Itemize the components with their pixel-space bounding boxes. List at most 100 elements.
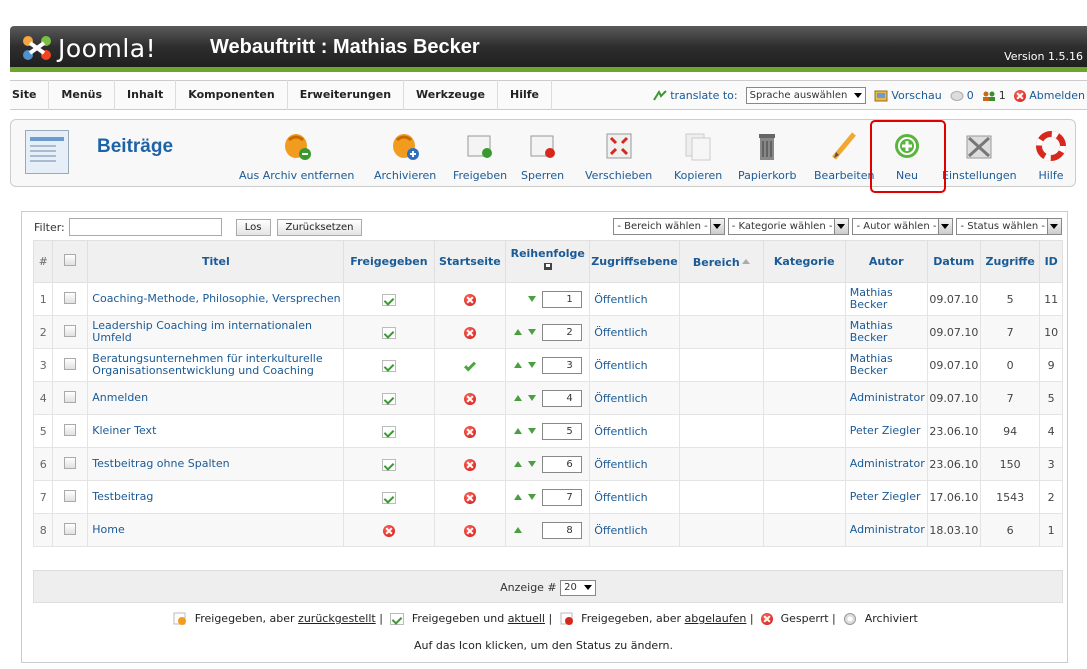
order-input[interactable]: 1 [541,290,582,308]
col-category[interactable]: Kategorie [762,240,846,283]
filter-go-button[interactable]: Los [235,218,271,236]
article-title-link[interactable]: Testbeitrag [87,480,345,514]
article-title-link[interactable]: Home [87,513,345,547]
logout-link[interactable]: Abmelden [1013,89,1085,102]
col-title[interactable]: Titel [87,240,345,283]
trash-button[interactable]: Papierkorb [738,126,796,182]
move-up-icon[interactable] [513,329,522,335]
menu-content[interactable]: Inhalt [115,80,177,110]
author-link[interactable]: Mathias Becker [844,282,928,316]
frontpage-cell[interactable] [433,513,507,547]
access-level-link[interactable]: Öffentlich [589,480,680,514]
col-id[interactable]: ID [1039,240,1063,283]
settings-button[interactable]: Einstellungen [942,126,1017,182]
menu-site[interactable]: Site [10,80,50,110]
article-title-link[interactable]: Testbeitrag ohne Spalten [87,447,345,481]
move-up-icon[interactable] [513,362,522,368]
unarchive-button[interactable]: Aus Archiv entfernen [239,126,354,182]
not-frontpage-icon[interactable] [463,326,476,339]
row-checkbox[interactable] [64,357,77,370]
col-hits[interactable]: Zugriffe [979,240,1041,283]
row-checkbox[interactable] [64,456,77,469]
menu-tools[interactable]: Werkzeuge [404,80,499,110]
row-checkbox-cell[interactable] [52,414,89,448]
menu-extensions[interactable]: Erweiterungen [288,80,405,110]
move-down-icon[interactable] [527,362,536,368]
published-cell[interactable] [343,513,435,547]
author-link[interactable]: Administrator [844,447,928,481]
messages-count[interactable]: 0 [950,89,974,102]
edit-button[interactable]: Bearbeiten [814,126,874,182]
row-checkbox-cell[interactable] [52,480,89,514]
published-cell[interactable] [343,282,435,316]
article-title-link[interactable]: Kleiner Text [87,414,345,448]
col-access[interactable]: Zugriffsebene [589,240,680,283]
move-down-icon[interactable] [527,494,536,500]
frontpage-cell[interactable] [433,447,507,481]
col-published[interactable]: Freigegeben [343,240,435,283]
access-level-link[interactable]: Öffentlich [589,315,680,349]
category-select[interactable]: - Kategorie wählen - [727,218,850,235]
menu-menus[interactable]: Menüs [49,80,116,110]
author-link[interactable]: Administrator [844,381,928,415]
author-link[interactable]: Peter Ziegler [844,414,928,448]
order-input[interactable]: 7 [541,488,582,506]
move-down-icon[interactable] [527,296,536,302]
published-cell[interactable] [343,315,435,349]
access-level-link[interactable]: Öffentlich [589,348,680,382]
frontpage-cell[interactable] [433,414,507,448]
move-up-icon[interactable] [513,428,522,434]
published-icon[interactable] [381,392,396,405]
order-input[interactable]: 5 [541,422,582,440]
access-level-link[interactable]: Öffentlich [589,414,680,448]
article-title-link[interactable]: Leadership Coaching im internationalen U… [87,315,345,349]
published-icon[interactable] [381,458,396,471]
menu-help[interactable]: Hilfe [498,80,553,110]
row-checkbox[interactable] [64,423,77,436]
col-section[interactable]: Bereich [678,240,764,283]
author-link[interactable]: Mathias Becker [844,348,928,382]
published-icon[interactable] [381,293,396,306]
frontpage-cell[interactable] [433,348,507,382]
col-frontpage[interactable]: Startseite [433,240,507,283]
page-size-select[interactable]: 20 [560,580,596,596]
unpublish-button[interactable]: Sperren [521,126,564,182]
move-button[interactable]: Verschieben [585,126,652,182]
language-select[interactable]: Sprache auswählen [745,86,867,104]
not-frontpage-icon[interactable] [463,293,476,306]
section-select[interactable]: - Bereich wählen - [613,218,725,235]
col-select-all[interactable] [52,240,89,283]
move-down-icon[interactable] [527,428,536,434]
not-frontpage-icon[interactable] [463,392,476,405]
state-select[interactable]: - Status wählen - [956,218,1062,235]
move-up-icon[interactable] [513,527,522,533]
row-checkbox-cell[interactable] [52,348,89,382]
move-up-icon[interactable] [513,395,522,401]
row-checkbox[interactable] [64,489,77,502]
move-down-icon[interactable] [527,461,536,467]
not-frontpage-icon[interactable] [463,524,476,537]
frontpage-cell[interactable] [433,381,507,415]
row-checkbox-cell[interactable] [52,513,89,547]
frontpage-cell[interactable] [433,480,507,514]
not-frontpage-icon[interactable] [463,458,476,471]
move-down-icon[interactable] [527,329,536,335]
access-level-link[interactable]: Öffentlich [589,282,680,316]
move-down-icon[interactable] [527,395,536,401]
save-order-icon[interactable] [542,261,554,272]
author-select[interactable]: - Autor wählen - [852,218,954,235]
order-input[interactable]: 6 [541,455,582,473]
users-count[interactable]: 1 [982,89,1006,102]
move-up-icon[interactable] [513,461,522,467]
published-cell[interactable] [343,480,435,514]
not-frontpage-icon[interactable] [463,425,476,438]
row-checkbox-cell[interactable] [52,315,89,349]
published-cell[interactable] [343,447,435,481]
row-checkbox[interactable] [64,291,77,304]
help-button[interactable]: Hilfe [1035,126,1067,182]
row-checkbox[interactable] [64,390,77,403]
access-level-link[interactable]: Öffentlich [589,513,680,547]
row-checkbox[interactable] [64,324,77,337]
article-title-link[interactable]: Beratungsunternehmen für interkulturelle… [87,348,345,382]
translate-link[interactable]: translate to: [653,89,738,102]
